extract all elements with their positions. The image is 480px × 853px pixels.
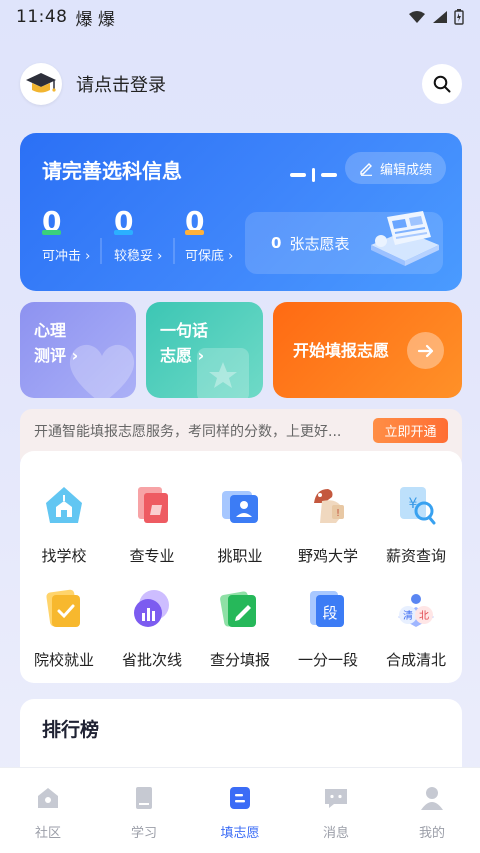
stat-safe-value: 0 xyxy=(185,205,205,238)
tool-score-check-fill[interactable]: 查分填报 xyxy=(196,587,284,670)
tab-label: 社区 xyxy=(34,826,61,841)
career-icon xyxy=(222,491,258,523)
tool-check-major[interactable]: 查专业 xyxy=(108,483,196,566)
tool-pick-career[interactable]: 挑职业 xyxy=(196,483,284,566)
bottom-tab-bar: 社区 学习 填志愿 消息 我的 xyxy=(0,767,480,853)
card-title: 请完善选科信息 xyxy=(42,159,182,183)
tool-label: 查专业 xyxy=(129,547,175,565)
study-icon xyxy=(136,787,152,809)
tool-label: 一分一段 xyxy=(297,651,358,669)
message-icon xyxy=(325,789,347,808)
tool-label: 薪资查询 xyxy=(385,547,446,565)
subject-info-card[interactable]: 请完善选科信息 编辑成绩 0 可冲击 › 0 较稳妥 › 0 可保底 › 0 张… xyxy=(20,133,462,291)
qingbei-icon: 清北 xyxy=(398,594,434,627)
volunteer-label: 张志愿表 xyxy=(289,234,350,253)
fake-university-icon: ! xyxy=(314,489,344,523)
activate-button[interactable]: 立即开通 xyxy=(373,418,448,443)
start-volunteer-label: 开始填报志愿 xyxy=(293,341,390,360)
stat-reach-value: 0 xyxy=(42,205,62,238)
salary-icon: ¥ xyxy=(400,487,436,525)
tool-label: 院校就业 xyxy=(33,651,94,669)
tool-find-school[interactable]: 找学校 xyxy=(20,483,108,566)
tool-label: 省批次线 xyxy=(121,651,182,669)
one-phrase-volunteer-tile[interactable]: 一句话 志愿 › xyxy=(146,302,263,398)
ranking-title: 排行榜 xyxy=(42,719,100,741)
tool-score-segment[interactable]: 段 一分一段 xyxy=(284,587,372,670)
search-icon xyxy=(433,75,451,93)
edit-score-label: 编辑成绩 xyxy=(379,162,432,178)
tool-school-employment[interactable]: 院校就业 xyxy=(20,587,108,670)
employment-icon xyxy=(46,589,80,627)
tool-label: 找学校 xyxy=(41,547,87,565)
login-prompt[interactable]: 请点击登录 xyxy=(76,71,166,97)
major-icon xyxy=(138,487,168,523)
tools-grid: 找学校 查专业 挑职业 ! 野鸡大学 ¥ 薪资查询 院校就业 省批次线 查分填报… xyxy=(20,451,462,683)
star-badge-icon xyxy=(197,348,249,398)
avatar[interactable] xyxy=(20,63,62,105)
promo-text: 开通智能填报志愿服务，考同样的分数，上更好... xyxy=(34,424,342,440)
tab-label: 填志愿 xyxy=(220,826,260,841)
batch-line-icon xyxy=(134,590,169,627)
tool-label: 挑职业 xyxy=(217,547,263,565)
tool-merge-qingbei[interactable]: 清北 合成清北 xyxy=(372,587,460,670)
score-segment-icon: 段 xyxy=(310,591,344,627)
status-time: 11:48 xyxy=(16,7,68,27)
edit-icon xyxy=(360,162,372,176)
tab-profile[interactable]: 我的 xyxy=(384,768,480,853)
graduation-cap-icon xyxy=(26,73,56,93)
volunteer-count: 0 xyxy=(271,234,282,252)
stat-stable-value: 0 xyxy=(114,205,134,238)
qing-glyph: 清 xyxy=(403,609,413,622)
heart-icon xyxy=(69,344,135,398)
arrow-right-icon xyxy=(417,344,433,357)
search-button[interactable] xyxy=(422,64,462,104)
tool-label: 查分填报 xyxy=(209,651,270,669)
volunteer-icon xyxy=(230,787,250,809)
svg-text:!: ! xyxy=(336,508,340,519)
stat-divider xyxy=(100,238,102,264)
segment-glyph: 段 xyxy=(322,604,337,622)
tool-fake-university[interactable]: ! 野鸡大学 xyxy=(284,483,372,566)
score-check-icon xyxy=(220,591,256,627)
tab-volunteer[interactable]: 填志愿 xyxy=(192,768,288,853)
signal-icon xyxy=(433,11,447,23)
tool-label: 合成清北 xyxy=(385,651,446,669)
wifi-icon xyxy=(409,11,425,23)
tab-label: 消息 xyxy=(322,826,349,841)
tool-label: 野鸡大学 xyxy=(297,547,358,565)
tool-province-batch-line[interactable]: 省批次线 xyxy=(108,587,196,670)
community-icon xyxy=(38,788,58,808)
bei-glyph: 北 xyxy=(419,610,429,622)
tab-community[interactable]: 社区 xyxy=(0,768,96,853)
start-volunteer-tile[interactable]: 开始填报志愿 xyxy=(273,302,462,398)
tab-messages[interactable]: 消息 xyxy=(288,768,384,853)
psych-test-tile[interactable]: 心理 测评 › xyxy=(20,302,136,398)
profile-icon xyxy=(421,787,443,810)
status-app-badges: 爆 爆 xyxy=(75,9,115,30)
battery-icon xyxy=(454,9,464,25)
tab-label: 我的 xyxy=(418,826,445,841)
status-bar: 11:48 爆 爆 xyxy=(0,0,480,34)
school-icon xyxy=(46,487,82,523)
tool-salary-query[interactable]: ¥ 薪资查询 xyxy=(372,483,460,566)
header: 请点击登录 xyxy=(20,62,462,106)
stat-divider xyxy=(173,238,175,264)
edit-score-button[interactable]: 编辑成绩 xyxy=(345,152,446,184)
subject-placeholder-dashes xyxy=(290,168,337,182)
tab-label: 学习 xyxy=(130,826,157,841)
tab-study[interactable]: 学习 xyxy=(96,768,192,853)
start-arrow-button[interactable] xyxy=(407,332,444,369)
volunteer-table-illustration-icon xyxy=(371,211,439,266)
